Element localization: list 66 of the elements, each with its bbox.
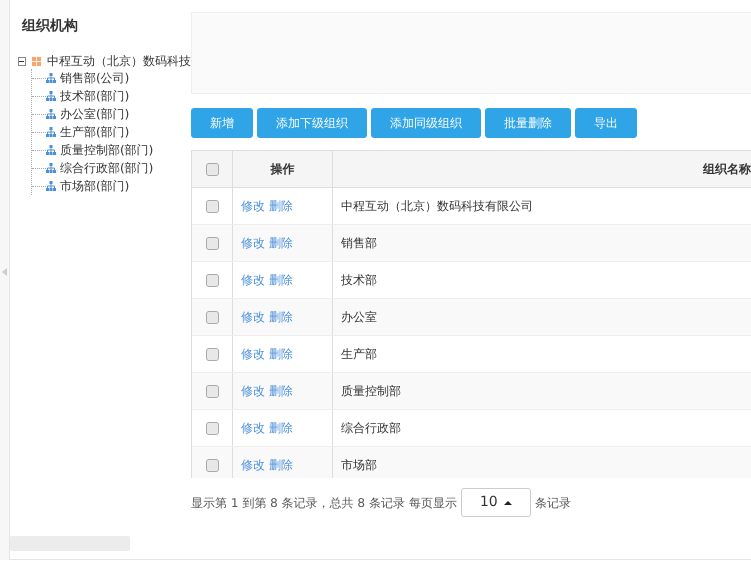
action-link[interactable]: 修改 — [241, 345, 265, 363]
action-link[interactable]: 修改 — [241, 419, 265, 437]
checkbox[interactable] — [206, 274, 218, 286]
toolbar-button[interactable]: 添加同级组织 — [371, 108, 481, 138]
action-link[interactable]: 修改 — [241, 456, 265, 474]
action-link[interactable]: 删除 — [269, 456, 293, 474]
action-link[interactable]: 删除 — [269, 419, 293, 437]
checkbox[interactable] — [206, 348, 218, 360]
caret-up-icon — [504, 500, 512, 504]
grid-icon — [32, 56, 41, 66]
toolbar-button[interactable]: 新增 — [191, 108, 253, 138]
org-chart-icon — [46, 181, 56, 191]
pagination-label: 条记录 — [534, 494, 571, 512]
checkbox[interactable] — [206, 236, 218, 250]
action-link[interactable]: 删除 — [269, 197, 293, 215]
toolbar-button[interactable]: 批量删除 — [485, 108, 571, 138]
toolbar-button[interactable]: 添加下级组织 — [257, 108, 367, 138]
checkbox[interactable] — [206, 200, 218, 212]
action-link[interactable]: 修改 — [241, 271, 265, 289]
page-size-dropdown[interactable]: 10 — [460, 488, 531, 517]
tree-node[interactable]: 销售部(公司) — [60, 69, 130, 87]
org-chart-icon — [46, 127, 56, 137]
tree-node[interactable]: 质量控制部(部门) — [60, 141, 154, 159]
collapse-strip[interactable] — [0, 0, 10, 560]
table-cell-text: 办公室 — [341, 309, 377, 326]
collapse-toggle[interactable] — [18, 56, 26, 66]
tree-node[interactable]: 市场部(部门) — [60, 177, 130, 195]
sidebar-title: 组织机构 — [20, 17, 79, 36]
tree-node[interactable]: 生产部(部门) — [60, 123, 130, 141]
tree-node[interactable]: 综合行政部(部门) — [60, 159, 154, 177]
checkbox[interactable] — [206, 162, 218, 176]
toolbar-button[interactable]: 导出 — [575, 108, 637, 138]
action-link[interactable]: 修改 — [241, 308, 265, 326]
table-cell-text: 中程互动（北京）数码科技有限公司 — [341, 198, 533, 215]
checkbox[interactable] — [206, 310, 218, 324]
tree-node[interactable]: 办公室(部门) — [60, 105, 130, 123]
org-chart-icon — [46, 145, 56, 155]
org-chart-icon — [46, 163, 56, 173]
table-cell-text: 技术部 — [341, 272, 377, 289]
action-link[interactable]: 删除 — [269, 382, 293, 400]
org-chart-icon — [46, 73, 56, 83]
org-chart-icon — [46, 109, 56, 119]
checkbox[interactable] — [206, 384, 218, 398]
pagination-summary: 显示第 1 到第 8 条记录，总共 8 条记录 — [191, 494, 405, 512]
action-link[interactable]: 删除 — [269, 345, 293, 363]
table-cell-text: 销售部 — [341, 235, 377, 252]
checkbox[interactable] — [206, 422, 218, 434]
action-link[interactable]: 修改 — [241, 197, 265, 215]
collapse-arrow-icon[interactable] — [2, 268, 7, 276]
action-link[interactable]: 删除 — [269, 234, 293, 252]
org-chart-icon — [46, 91, 56, 101]
tree-node[interactable]: 技术部(部门) — [60, 87, 130, 105]
scrollbar[interactable] — [10, 536, 130, 551]
column-header: 组织名称 — [703, 161, 751, 178]
action-link[interactable]: 删除 — [269, 271, 293, 289]
action-link[interactable]: 修改 — [241, 382, 265, 400]
table-cell-text: 综合行政部 — [341, 420, 401, 437]
action-link[interactable]: 修改 — [241, 234, 265, 252]
table-cell-text: 生产部 — [341, 346, 377, 363]
pagination-label: 每页显示 — [408, 494, 457, 512]
table-cell-text: 市场部 — [341, 457, 377, 474]
tree-node[interactable]: 中程互动（北京）数码科技 — [47, 52, 191, 70]
checkbox[interactable] — [206, 458, 218, 472]
action-link[interactable]: 删除 — [269, 308, 293, 326]
table-cell-text: 质量控制部 — [341, 383, 401, 400]
column-header: 操作 — [270, 161, 294, 178]
